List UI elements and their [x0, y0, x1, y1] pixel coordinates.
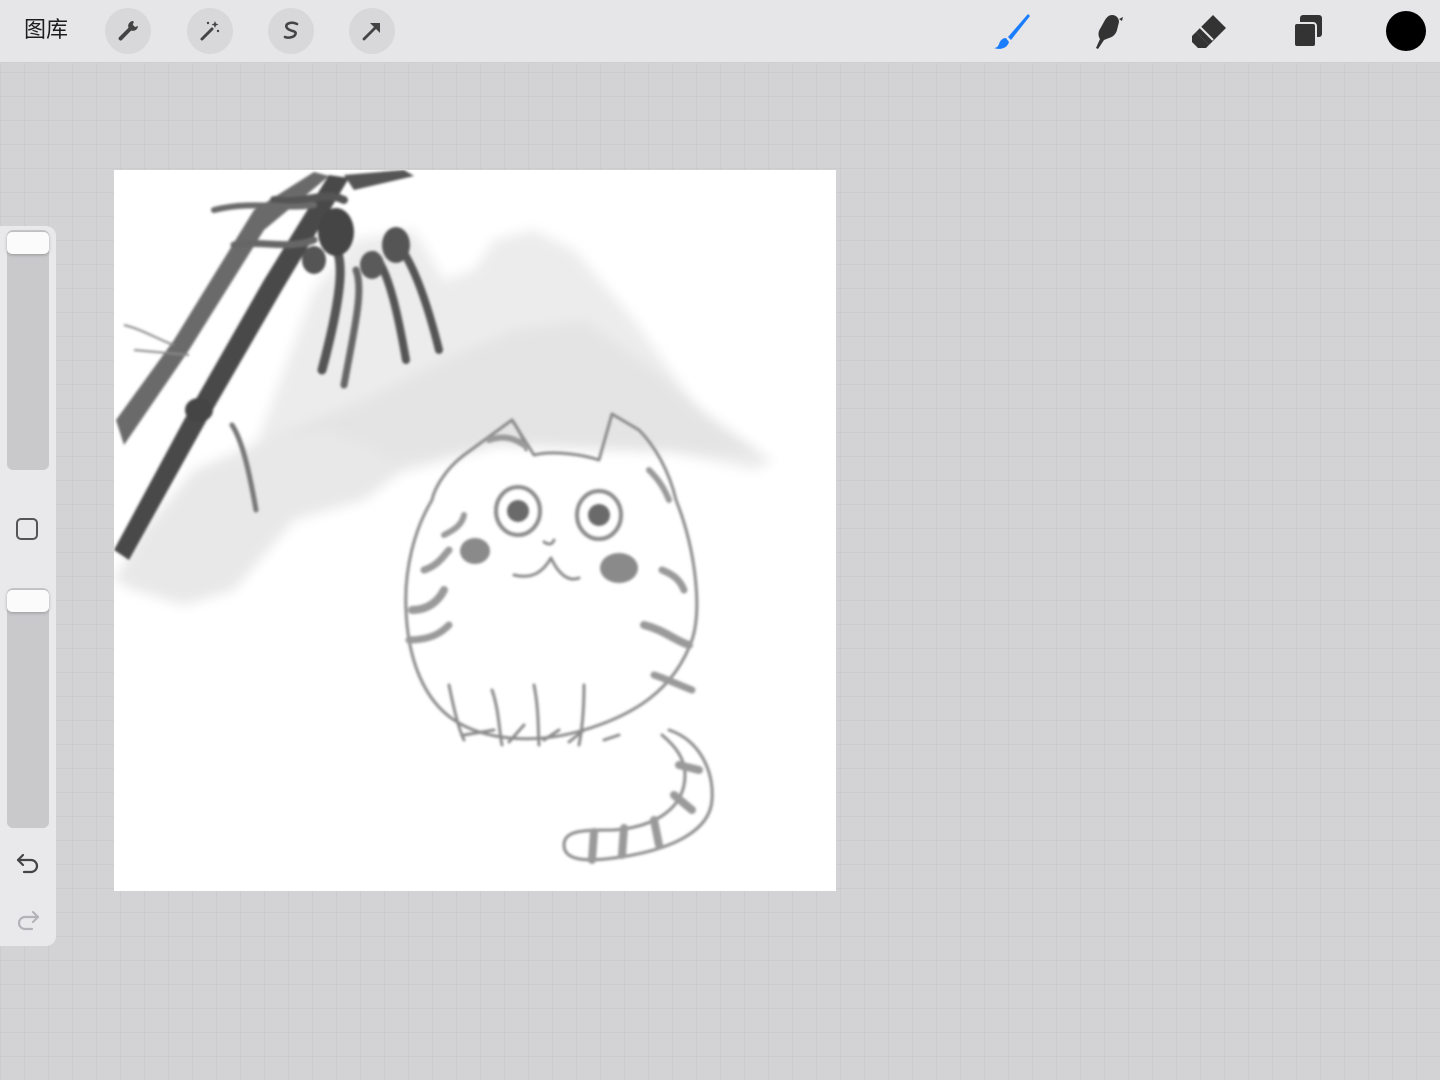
brush-icon[interactable]	[989, 8, 1035, 54]
transform-arrow-icon[interactable]	[349, 8, 395, 54]
color-picker-swatch[interactable]	[1386, 11, 1426, 51]
brush-size-slider[interactable]	[7, 230, 49, 470]
top-toolbar: 图库	[0, 0, 1440, 63]
opacity-thumb[interactable]	[7, 590, 49, 612]
selection-lasso-icon[interactable]	[268, 8, 314, 54]
drawing-canvas[interactable]	[114, 170, 836, 891]
eraser-icon[interactable]	[1186, 8, 1232, 54]
cat-drawing	[404, 412, 714, 864]
ink-wash-artwork	[114, 170, 774, 864]
gallery-button[interactable]: 图库	[24, 14, 68, 48]
smudge-icon[interactable]	[1087, 8, 1133, 54]
opacity-slider[interactable]	[7, 588, 49, 828]
modify-square-icon[interactable]	[16, 518, 38, 540]
adjustments-magic-wand-icon[interactable]	[187, 8, 233, 54]
brush-size-thumb[interactable]	[7, 232, 49, 254]
undo-icon[interactable]	[14, 849, 42, 877]
layers-icon[interactable]	[1285, 8, 1331, 54]
actions-wrench-icon[interactable]	[105, 8, 151, 54]
redo-icon[interactable]	[14, 906, 42, 934]
left-sidebar	[0, 226, 56, 946]
